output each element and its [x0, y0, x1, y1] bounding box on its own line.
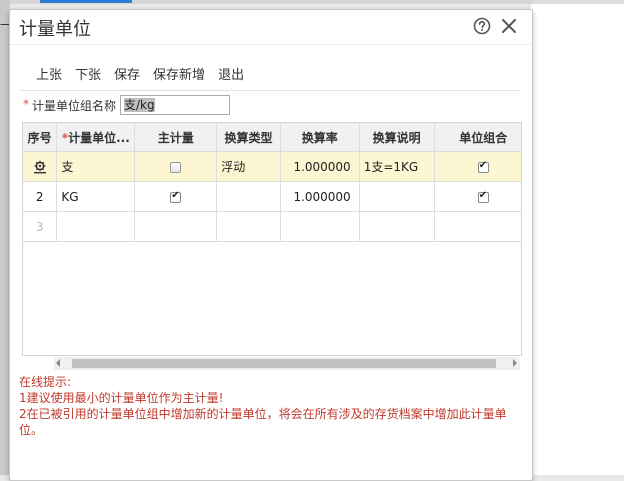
table-row[interactable]: 2 KG 1.000000 — [23, 181, 521, 212]
units-table: 序号 *计量单位... 主计量 换算类型 换算率 换算说明 单位组合 支 浮动 … — [22, 122, 522, 356]
header-rate[interactable]: 换算率 — [280, 123, 360, 152]
combo-checkbox[interactable] — [477, 160, 489, 173]
primary-checkbox[interactable] — [170, 190, 182, 203]
row-index-cell: 2 — [23, 181, 58, 212]
header-index[interactable]: 序号 — [23, 123, 58, 152]
row-index-cell[interactable] — [23, 151, 58, 182]
next-button[interactable]: 下张 — [67, 65, 106, 87]
background-right-top-bar — [531, 0, 624, 4]
background-active-tab-indicator — [40, 0, 132, 3]
header-conv-type[interactable]: 换算类型 — [216, 123, 281, 152]
close-icon[interactable] — [500, 17, 518, 35]
toolbar: 上张 下张 保存 保存新增 退出 — [28, 65, 249, 87]
row-index-cell: 3 — [23, 211, 58, 242]
rate-cell[interactable]: 1.000000 — [280, 181, 360, 212]
gear-row-icon[interactable] — [33, 160, 47, 174]
toolbar-divider — [20, 90, 520, 91]
desc-cell[interactable] — [359, 211, 435, 242]
save-new-button[interactable]: 保存新增 — [145, 65, 210, 87]
save-button[interactable]: 保存 — [106, 65, 145, 87]
header-unit-name[interactable]: *计量单位... — [56, 123, 136, 152]
help-icon[interactable] — [473, 17, 491, 35]
primary-cell[interactable] — [134, 181, 218, 212]
prev-button[interactable]: 上张 — [28, 65, 67, 87]
group-name-value: 支/kg — [124, 98, 155, 112]
unit-name-cell[interactable]: KG — [56, 181, 136, 212]
online-tips: 在线提示: 1建议使用最小的计量单位作为主计量! 2在已被引用的计量单位组中增加… — [19, 374, 519, 438]
table-row[interactable]: 3 — [23, 211, 521, 242]
header-primary[interactable]: 主计量 — [134, 123, 218, 152]
primary-cell[interactable] — [134, 211, 218, 242]
rate-cell[interactable]: 1.000000 — [280, 151, 360, 182]
conv-type-cell[interactable] — [216, 211, 281, 242]
tips-heading: 在线提示: — [19, 375, 72, 389]
scrollbar-thumb[interactable] — [72, 359, 496, 368]
conv-type-cell[interactable]: 浮动 — [216, 151, 281, 182]
tips-line-1: 1建议使用最小的计量单位作为主计量! — [19, 391, 224, 405]
group-name-label: 计量单位组名称 — [32, 99, 117, 113]
horizontal-scrollbar[interactable] — [54, 357, 520, 370]
unit-dialog: 计量单位 上张 下张 保存 保存新增 退出 * 计量单位组名称 支/kg 序号 — [9, 9, 533, 481]
group-name-input[interactable]: 支/kg — [120, 95, 230, 115]
background-right-panel — [531, 0, 624, 475]
tips-line-2: 2在已被引用的计量单位组中增加新的计量单位，将会在所有涉及的存货档案中增加此计量… — [19, 407, 507, 437]
dialog-title: 计量单位 — [19, 19, 91, 40]
combo-cell[interactable] — [434, 181, 521, 212]
dialog-titlebar: 计量单位 — [10, 10, 532, 45]
header-desc[interactable]: 换算说明 — [359, 123, 435, 152]
header-unit-name-label: 计量单位... — [68, 130, 130, 145]
combo-cell[interactable] — [434, 211, 521, 242]
table-row[interactable]: 支 浮动 1.000000 1支=1KG — [23, 151, 521, 182]
header-combo[interactable]: 单位组合 — [434, 123, 521, 152]
unit-name-cell[interactable]: 支 — [56, 151, 136, 182]
conv-type-cell[interactable] — [216, 181, 281, 212]
unit-name-cell[interactable] — [56, 211, 136, 242]
rate-cell[interactable] — [280, 211, 360, 242]
scroll-right-arrow-icon[interactable] — [513, 359, 517, 367]
combo-checkbox[interactable] — [477, 190, 489, 203]
required-mark: * — [23, 97, 29, 111]
primary-checkbox[interactable] — [170, 161, 182, 173]
combo-cell[interactable] — [434, 151, 521, 182]
desc-cell[interactable]: 1支=1KG — [359, 151, 435, 182]
primary-cell[interactable] — [134, 151, 218, 182]
scroll-left-arrow-icon[interactable] — [56, 359, 60, 367]
exit-button[interactable]: 退出 — [210, 65, 249, 87]
desc-cell[interactable] — [359, 181, 435, 212]
table-header-row: 序号 *计量单位... 主计量 换算类型 换算率 换算说明 单位组合 — [23, 123, 521, 152]
